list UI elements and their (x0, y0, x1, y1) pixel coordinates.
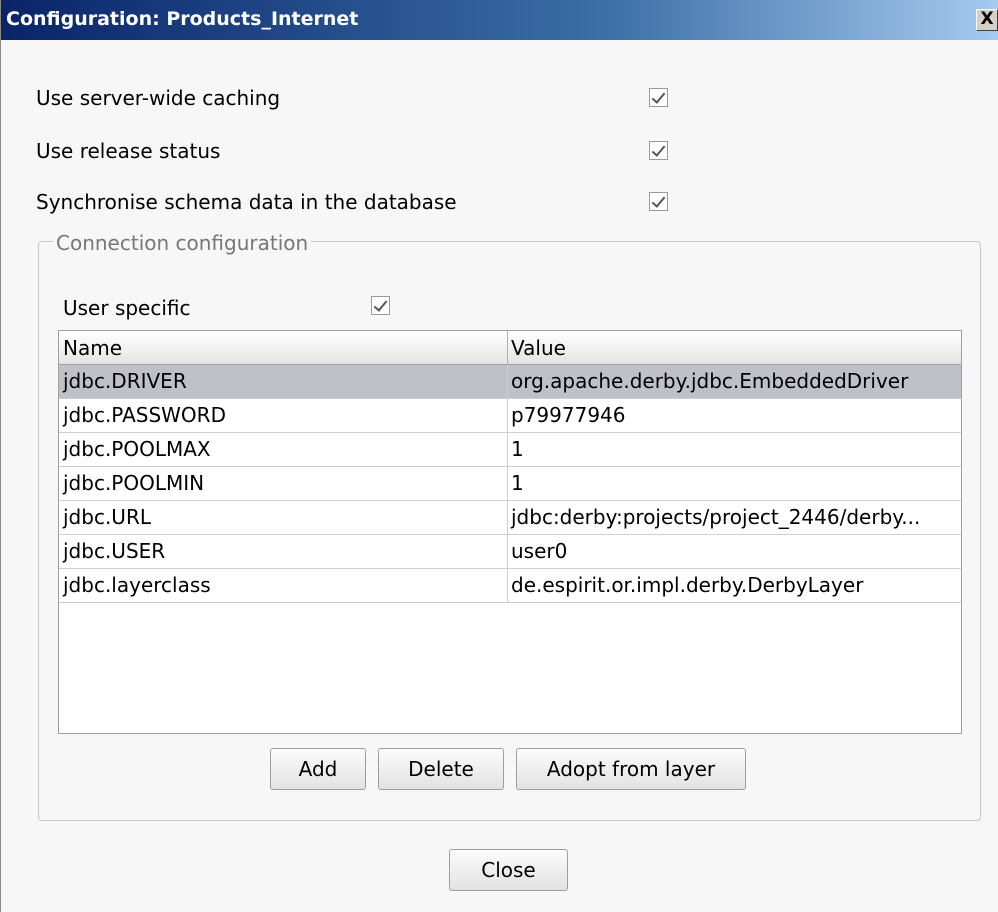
title-bar[interactable]: Configuration: Products_Internet X (1, 0, 998, 40)
option-label-server-wide-caching: Use server-wide caching (36, 86, 281, 110)
connection-properties-table: Name Value jdbc.DRIVER org.apache.derby.… (58, 330, 962, 734)
table-row[interactable]: jdbc.URL jdbc:derby:projects/project_244… (59, 501, 961, 535)
user-specific-checkbox[interactable] (371, 296, 390, 315)
option-label-release-status: Use release status (36, 139, 221, 163)
row-value-cell: p79977946 (511, 403, 626, 427)
row-value-cell: 1 (511, 471, 524, 495)
delete-button[interactable]: Delete (378, 748, 504, 790)
row-name-cell: jdbc.URL (63, 505, 151, 529)
option-label-synchronise-schema: Synchronise schema data in the database (36, 190, 457, 214)
column-header-value[interactable]: Value (511, 336, 566, 360)
row-name-cell: jdbc.POOLMIN (63, 471, 205, 495)
close-window-button[interactable]: X (976, 9, 998, 31)
close-button[interactable]: Close (449, 849, 568, 891)
add-button[interactable]: Add (270, 748, 366, 790)
table-row[interactable]: jdbc.layerclass de.espirit.or.impl.derby… (59, 569, 961, 603)
user-specific-label: User specific (63, 296, 191, 320)
table-row[interactable]: jdbc.POOLMIN 1 (59, 467, 961, 501)
connection-configuration-legend: Connection configuration (53, 231, 312, 255)
table-header: Name Value (59, 331, 961, 365)
row-value-cell: user0 (511, 539, 568, 563)
table-row[interactable]: jdbc.PASSWORD p79977946 (59, 399, 961, 433)
table-row[interactable]: jdbc.USER user0 (59, 535, 961, 569)
row-value-cell: jdbc:derby:projects/project_2446/derby..… (511, 505, 921, 529)
release-status-checkbox[interactable] (649, 141, 668, 160)
row-value-cell: org.apache.derby.jdbc.EmbeddedDriver (511, 369, 909, 393)
row-value-cell: de.espirit.or.impl.derby.DerbyLayer (511, 573, 864, 597)
column-header-name[interactable]: Name (63, 336, 122, 360)
row-name-cell: jdbc.PASSWORD (63, 403, 226, 427)
configuration-dialog: Configuration: Products_Internet X Use s… (0, 0, 998, 912)
row-name-cell: jdbc.POOLMAX (63, 437, 211, 461)
close-icon: X (980, 9, 994, 29)
row-name-cell: jdbc.USER (63, 539, 166, 563)
server-wide-caching-checkbox[interactable] (649, 88, 668, 107)
table-row[interactable]: jdbc.POOLMAX 1 (59, 433, 961, 467)
row-value-cell: 1 (511, 437, 524, 461)
row-name-cell: jdbc.DRIVER (63, 369, 187, 393)
adopt-from-layer-button[interactable]: Adopt from layer (516, 748, 746, 790)
synchronise-schema-checkbox[interactable] (649, 192, 668, 211)
row-name-cell: jdbc.layerclass (63, 573, 211, 597)
table-row[interactable]: jdbc.DRIVER org.apache.derby.jdbc.Embedd… (59, 365, 961, 399)
dialog-title: Configuration: Products_Internet (6, 8, 359, 30)
